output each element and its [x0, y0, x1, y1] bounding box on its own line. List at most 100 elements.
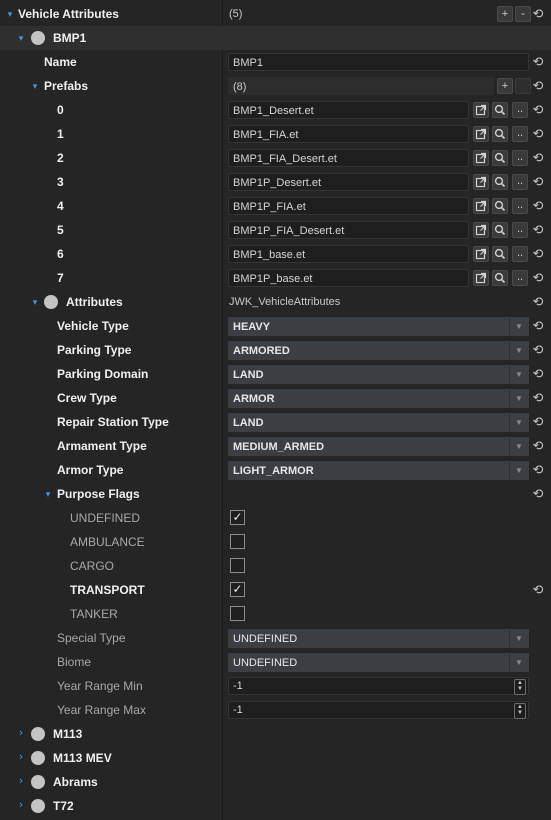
revert-icon[interactable]: ⟲: [531, 127, 545, 141]
expand-arrow-icon[interactable]: ▾: [30, 81, 40, 91]
revert-icon[interactable]: ⟲: [531, 7, 545, 21]
revert-icon[interactable]: ⟲: [531, 367, 545, 381]
revert-icon[interactable]: ⟲: [531, 343, 545, 357]
prefab-path-field[interactable]: BMP1P_base.et: [228, 269, 469, 287]
vehicle-entry-row[interactable]: › M113 MEV: [0, 746, 551, 770]
flag-checkbox[interactable]: [230, 534, 245, 549]
spinner-arrows-icon[interactable]: ▲ ▼: [514, 679, 526, 695]
spinner-arrows-icon[interactable]: ▲ ▼: [514, 703, 526, 719]
open-external-icon[interactable]: [473, 198, 489, 214]
flag-checkbox[interactable]: ✓: [230, 510, 245, 525]
prefab-path-field[interactable]: BMP1_Desert.et: [228, 101, 469, 119]
spin-down-icon[interactable]: ▼: [517, 710, 523, 716]
year-min-stepper[interactable]: -1 ▲ ▼: [228, 677, 529, 695]
add-prefab-button[interactable]: +: [497, 78, 513, 94]
search-icon[interactable]: [492, 270, 508, 286]
search-icon[interactable]: [492, 126, 508, 142]
attribute-select[interactable]: ARMORED ▼: [228, 341, 529, 360]
revert-icon[interactable]: ⟲: [531, 391, 545, 405]
prefab-path-field[interactable]: BMP1P_FIA.et: [228, 197, 469, 215]
year-max-stepper[interactable]: -1 ▲ ▼: [228, 701, 529, 719]
chevron-right-icon[interactable]: ›: [16, 800, 26, 811]
attribute-select[interactable]: LAND ▼: [228, 413, 529, 432]
biome-select[interactable]: UNDEFINED ▼: [228, 653, 529, 672]
search-icon[interactable]: [492, 246, 508, 262]
revert-icon[interactable]: ⟲: [531, 55, 545, 69]
open-external-icon[interactable]: [473, 222, 489, 238]
browse-button[interactable]: ..: [512, 102, 528, 118]
revert-icon[interactable]: ⟲: [531, 79, 545, 93]
remove-prefab-button[interactable]: [515, 78, 531, 94]
search-icon[interactable]: [492, 222, 508, 238]
search-icon[interactable]: [492, 174, 508, 190]
browse-button[interactable]: ..: [512, 198, 528, 214]
attribute-select[interactable]: LAND ▼: [228, 365, 529, 384]
revert-icon[interactable]: ⟲: [531, 463, 545, 477]
revert-icon[interactable]: ⟲: [531, 319, 545, 333]
browse-button[interactable]: ..: [512, 150, 528, 166]
expand-arrow-icon[interactable]: ▾: [5, 9, 15, 19]
revert-icon[interactable]: ⟲: [531, 439, 545, 453]
prefab-path-field[interactable]: BMP1_FIA_Desert.et: [228, 149, 469, 167]
browse-button[interactable]: ..: [512, 222, 528, 238]
expand-arrow-icon[interactable]: ▾: [16, 33, 26, 43]
browse-button[interactable]: ..: [512, 246, 528, 262]
search-icon[interactable]: [492, 102, 508, 118]
expand-arrow-icon[interactable]: ▾: [43, 489, 53, 499]
expand-arrow-icon[interactable]: ▾: [30, 297, 40, 307]
attribute-select[interactable]: LIGHT_ARMOR ▼: [228, 461, 529, 480]
open-external-icon[interactable]: [473, 270, 489, 286]
vehicle-entry-row[interactable]: › M113: [0, 722, 551, 746]
chevron-right-icon[interactable]: ›: [16, 776, 26, 787]
revert-icon[interactable]: ⟲: [531, 415, 545, 429]
chevron-down-icon: ▼: [509, 390, 528, 407]
prefab-path-field[interactable]: BMP1P_FIA_Desert.et: [228, 221, 469, 239]
add-item-button[interactable]: +: [497, 6, 513, 22]
revert-icon[interactable]: ⟲: [531, 103, 545, 117]
special-type-select[interactable]: UNDEFINED ▼: [228, 629, 529, 648]
browse-button[interactable]: ..: [512, 126, 528, 142]
open-external-icon[interactable]: [473, 126, 489, 142]
open-external-icon[interactable]: [473, 174, 489, 190]
properties-panel: ▾ Vehicle Attributes (5) + - ⟲ ▾ BMP1 Na…: [0, 0, 551, 820]
attribute-select[interactable]: ARMOR ▼: [228, 389, 529, 408]
flag-checkbox[interactable]: ✓: [230, 582, 245, 597]
flag-checkbox[interactable]: [230, 558, 245, 573]
bmp1-row[interactable]: ▾ BMP1: [0, 26, 551, 50]
attribute-row: Parking Domain LAND ▼ ⟲: [0, 362, 551, 386]
bmp1-label: BMP1: [53, 31, 87, 45]
revert-icon[interactable]: ⟲: [531, 175, 545, 189]
attribute-select[interactable]: HEAVY ▼: [228, 317, 529, 336]
search-icon[interactable]: [492, 198, 508, 214]
revert-icon[interactable]: ⟲: [531, 295, 545, 309]
revert-icon[interactable]: ⟲: [531, 247, 545, 261]
vehicle-entry-row[interactable]: › T72: [0, 794, 551, 818]
revert-icon[interactable]: ⟲: [531, 271, 545, 285]
prefab-path-field[interactable]: BMP1_FIA.et: [228, 125, 469, 143]
prefab-path-field[interactable]: BMP1P_Desert.et: [228, 173, 469, 191]
attribute-select[interactable]: MEDIUM_ARMED ▼: [228, 437, 529, 456]
flag-row: TRANSPORT ✓ ⟲: [0, 578, 551, 602]
revert-icon[interactable]: ⟲: [531, 199, 545, 213]
revert-icon[interactable]: ⟲: [531, 487, 545, 501]
prefab-index: 7: [57, 271, 64, 285]
open-external-icon[interactable]: [473, 102, 489, 118]
chevron-right-icon[interactable]: ›: [16, 728, 26, 739]
revert-icon[interactable]: ⟲: [531, 223, 545, 237]
prefab-path-field[interactable]: BMP1_base.et: [228, 245, 469, 263]
revert-icon[interactable]: ⟲: [531, 151, 545, 165]
open-external-icon[interactable]: [473, 150, 489, 166]
search-icon[interactable]: [492, 150, 508, 166]
prefabs-label: Prefabs: [44, 79, 89, 93]
browse-button[interactable]: ..: [512, 174, 528, 190]
spin-down-icon[interactable]: ▼: [517, 686, 523, 692]
revert-icon[interactable]: ⟲: [531, 583, 545, 597]
remove-item-button[interactable]: -: [515, 6, 531, 22]
open-external-icon[interactable]: [473, 246, 489, 262]
flag-checkbox[interactable]: [230, 606, 245, 621]
browse-button[interactable]: ..: [512, 270, 528, 286]
chevron-right-icon[interactable]: ›: [16, 752, 26, 763]
vehicle-entry-row[interactable]: › Abrams: [0, 770, 551, 794]
entry-dot-icon: [31, 727, 45, 741]
name-field[interactable]: BMP1: [228, 53, 529, 71]
